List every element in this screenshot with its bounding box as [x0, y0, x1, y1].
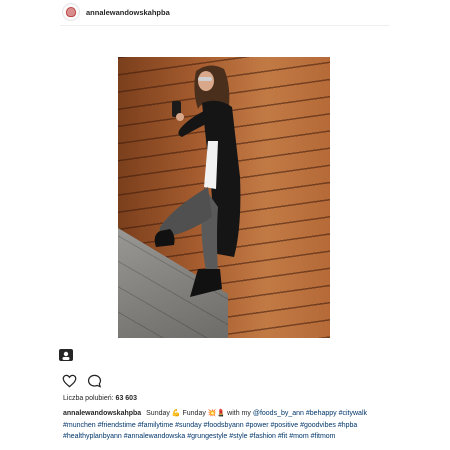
comment-icon[interactable]	[87, 374, 102, 388]
action-row	[62, 374, 102, 388]
post-header: annalewandowskahpba	[62, 2, 170, 22]
hashtag[interactable]: #style	[229, 433, 247, 440]
hashtag[interactable]: #familytime	[138, 422, 173, 429]
hashtag[interactable]: #fashion	[249, 433, 275, 440]
hashtag[interactable]: #positive	[271, 422, 299, 429]
hashtag[interactable]: #munchen	[63, 422, 96, 429]
header-divider	[60, 25, 390, 26]
avatar[interactable]	[62, 3, 80, 21]
username-link[interactable]: annalewandowskahpba	[86, 8, 170, 17]
hashtag[interactable]: #hpba	[338, 422, 357, 429]
hashtag[interactable]: #power	[246, 422, 269, 429]
bookmark-icon[interactable]	[58, 348, 74, 362]
heart-icon[interactable]	[62, 374, 77, 388]
likes-label: Liczba polubień:	[63, 395, 114, 402]
caption: annalewandowskahpba Sunday 💪 Funday 💥💄 w…	[63, 408, 393, 443]
hashtag[interactable]: #fitmom	[311, 433, 336, 440]
likes-line: Liczba polubień: 63 603	[63, 395, 137, 402]
hashtag[interactable]: #fit	[278, 433, 287, 440]
post-photo[interactable]	[118, 57, 330, 338]
caption-username[interactable]: annalewandowskahpba	[63, 410, 141, 417]
hashtag[interactable]: #annalewandowska	[124, 433, 186, 440]
hashtag[interactable]: #mom	[289, 433, 308, 440]
person-figure	[154, 65, 241, 297]
hashtag[interactable]: #friendstime	[98, 422, 136, 429]
save-row	[58, 348, 74, 367]
caption-text: Sunday 💪 Funday 💥💄 with my	[146, 410, 251, 417]
hashtag[interactable]: #healthyplanbyann	[63, 433, 122, 440]
likes-count[interactable]: 63 603	[116, 395, 137, 402]
hashtag[interactable]: #behappy	[306, 410, 337, 417]
hashtag[interactable]: #sunday	[175, 422, 201, 429]
hashtag[interactable]: #citywalk	[339, 410, 367, 417]
mention-link[interactable]: @foods_by_ann	[253, 410, 304, 417]
hashtag[interactable]: #goodvibes	[300, 422, 336, 429]
hashtag[interactable]: #grungestyle	[187, 433, 227, 440]
hashtag[interactable]: #foodsbyann	[204, 422, 244, 429]
